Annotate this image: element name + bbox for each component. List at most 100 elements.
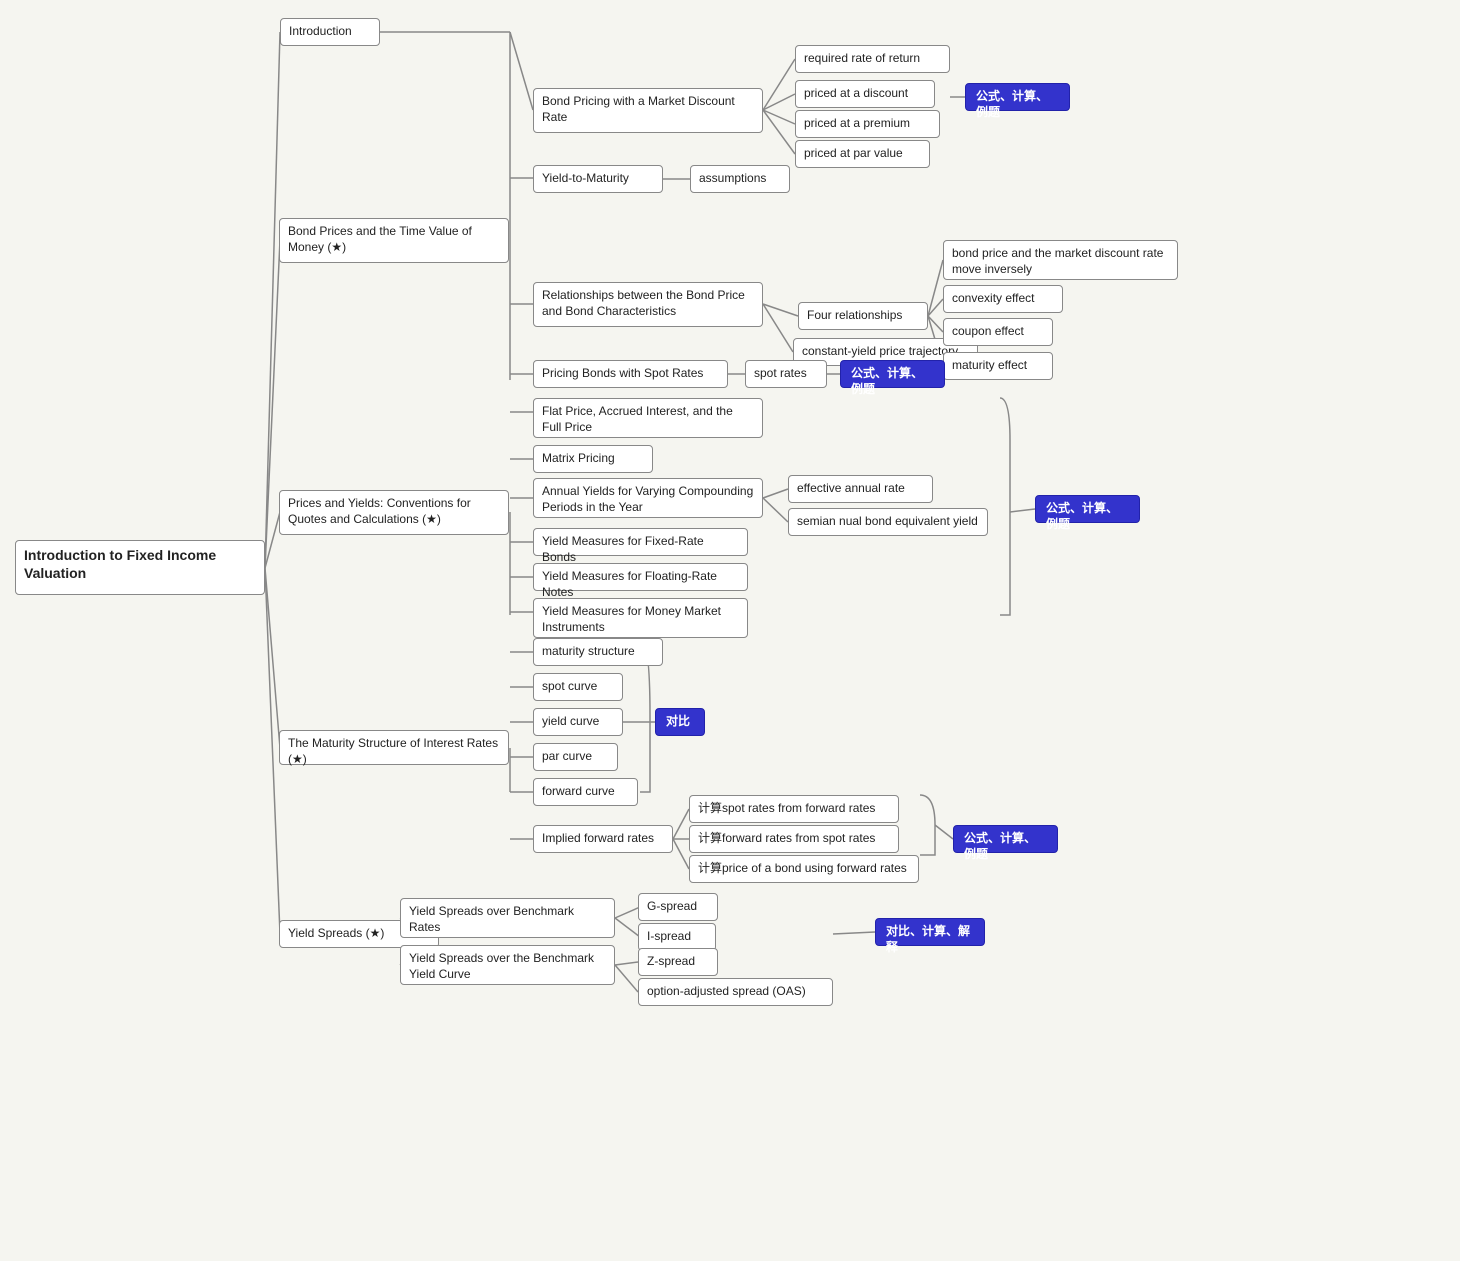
root-node: Introduction to Fixed Income Valuation: [15, 540, 265, 595]
implied-forward-node: Implied forward rates: [533, 825, 673, 853]
four-relationships-node: Four relationships: [798, 302, 928, 330]
i-spread-label: I-spread: [647, 929, 691, 943]
yield-spreads-curve-node: Yield Spreads over the Benchmark Yield C…: [400, 945, 615, 985]
yield-curve-node: yield curve: [533, 708, 623, 736]
yield-floating-node: Yield Measures for Floating-Rate Notes: [533, 563, 748, 591]
convexity-effect-node: convexity effect: [943, 285, 1063, 313]
yield-fixed-label: Yield Measures for Fixed-Rate Bonds: [542, 534, 704, 564]
calc-spot-fwd-label: 计算spot rates from forward rates: [698, 801, 875, 815]
par-curve-node: par curve: [533, 743, 618, 771]
maturity-struct-sub-label: maturity structure: [542, 644, 635, 658]
gongshi-bond-pricing-node: 公式、计算、例题: [965, 83, 1070, 111]
g-spread-node: G-spread: [638, 893, 718, 921]
duibi-maturity-node: 对比: [655, 708, 705, 736]
matrix-pricing-label: Matrix Pricing: [542, 451, 615, 465]
maturity-effect-label: maturity effect: [952, 358, 1027, 372]
priced-premium-label: priced at a premium: [804, 116, 910, 130]
priced-par-node: priced at par value: [795, 140, 930, 168]
yield-spreads-benchmark-label: Yield Spreads over Benchmark Rates: [409, 904, 574, 934]
bond-prices-time-node: Bond Prices and the Time Value of Money …: [279, 218, 509, 263]
assumptions-label: assumptions: [699, 171, 766, 185]
yield-money-node: Yield Measures for Money Market Instrume…: [533, 598, 748, 638]
matrix-pricing-node: Matrix Pricing: [533, 445, 653, 473]
flat-price-node: Flat Price, Accrued Interest, and the Fu…: [533, 398, 763, 438]
yield-to-maturity-label: Yield-to-Maturity: [542, 171, 629, 185]
priced-discount-node: priced at a discount: [795, 80, 935, 108]
bond-inversely-node: bond price and the market discount rate …: [943, 240, 1178, 280]
yield-fixed-node: Yield Measures for Fixed-Rate Bonds: [533, 528, 748, 556]
coupon-effect-label: coupon effect: [952, 324, 1024, 338]
yield-curve-label: yield curve: [542, 714, 599, 728]
oas-node: option-adjusted spread (OAS): [638, 978, 833, 1006]
par-curve-label: par curve: [542, 749, 592, 763]
calc-fwd-spot-node: 计算forward rates from spot rates: [689, 825, 899, 853]
effective-annual-label: effective annual rate: [797, 481, 905, 495]
coupon-effect-node: coupon effect: [943, 318, 1053, 346]
spot-rates-label: spot rates: [754, 366, 807, 380]
assumptions-node: assumptions: [690, 165, 790, 193]
bond-pricing-market-node: Bond Pricing with a Market Discount Rate: [533, 88, 763, 133]
prices-yields-node: Prices and Yields: Conventions for Quote…: [279, 490, 509, 535]
yield-money-label: Yield Measures for Money Market Instrume…: [542, 604, 721, 634]
z-spread-label: Z-spread: [647, 954, 695, 968]
forward-curve-node: forward curve: [533, 778, 638, 806]
gongshi-implied-label: 公式、计算、例题: [964, 831, 1036, 861]
z-spread-node: Z-spread: [638, 948, 718, 976]
gongshi-prices-yields-node: 公式、计算、例题: [1035, 495, 1140, 523]
annual-yields-node: Annual Yields for Varying Compounding Pe…: [533, 478, 763, 518]
spot-curve-label: spot curve: [542, 679, 597, 693]
duibi-yield-spreads-label: 对比、计算、解释: [886, 924, 970, 954]
relationships-bond-label: Relationships between the Bond Price and…: [542, 288, 745, 318]
required-rate-node: required rate of return: [795, 45, 950, 73]
yield-spreads-curve-label: Yield Spreads over the Benchmark Yield C…: [409, 951, 594, 981]
annual-yields-label: Annual Yields for Varying Compounding Pe…: [542, 484, 753, 514]
gongshi-1-label: 公式、计算、例题: [851, 366, 923, 396]
g-spread-label: G-spread: [647, 899, 697, 913]
mind-map: Introduction to Fixed Income Valuation I…: [0, 0, 1460, 1261]
forward-curve-label: forward curve: [542, 784, 615, 798]
yield-floating-label: Yield Measures for Floating-Rate Notes: [542, 569, 717, 599]
calc-fwd-spot-label: 计算forward rates from spot rates: [698, 831, 875, 845]
four-relationships-label: Four relationships: [807, 308, 902, 322]
maturity-structure-label: The Maturity Structure of Interest Rates…: [288, 736, 498, 766]
flat-price-label: Flat Price, Accrued Interest, and the Fu…: [542, 404, 733, 434]
intro-node: Introduction: [280, 18, 380, 46]
bond-inversely-label: bond price and the market discount rate …: [952, 246, 1163, 276]
i-spread-node: I-spread: [638, 923, 716, 951]
maturity-effect-node: maturity effect: [943, 352, 1053, 380]
yield-spreads-benchmark-node: Yield Spreads over Benchmark Rates: [400, 898, 615, 938]
spot-rates-node: spot rates: [745, 360, 827, 388]
yield-spreads-label: Yield Spreads (★): [288, 926, 384, 940]
root-label: Introduction to Fixed Income Valuation: [24, 547, 216, 581]
priced-discount-label: priced at a discount: [804, 86, 908, 100]
gongshi-bond-pricing-label: 公式、计算、例题: [976, 89, 1048, 119]
spot-curve-node: spot curve: [533, 673, 623, 701]
yield-to-maturity-node: Yield-to-Maturity: [533, 165, 663, 193]
priced-premium-node: priced at a premium: [795, 110, 940, 138]
duibi-maturity-label: 对比: [666, 714, 690, 728]
calc-spot-fwd-node: 计算spot rates from forward rates: [689, 795, 899, 823]
pricing-spot-label: Pricing Bonds with Spot Rates: [542, 366, 703, 380]
priced-par-label: priced at par value: [804, 146, 903, 160]
maturity-struct-sub-node: maturity structure: [533, 638, 663, 666]
bond-prices-time-label: Bond Prices and the Time Value of Money …: [288, 224, 472, 254]
oas-label: option-adjusted spread (OAS): [647, 984, 806, 998]
relationships-bond-node: Relationships between the Bond Price and…: [533, 282, 763, 327]
bond-pricing-market-label: Bond Pricing with a Market Discount Rate: [542, 94, 735, 124]
convexity-effect-label: convexity effect: [952, 291, 1035, 305]
implied-forward-label: Implied forward rates: [542, 831, 654, 845]
pricing-spot-node: Pricing Bonds with Spot Rates: [533, 360, 728, 388]
calc-bond-fwd-node: 计算price of a bond using forward rates: [689, 855, 919, 883]
intro-label: Introduction: [289, 24, 352, 38]
semiannual-bond-node: semian nual bond equivalent yield: [788, 508, 988, 536]
constant-yield-label: constant-yield price trajectory: [802, 344, 958, 358]
gongshi-prices-yields-label: 公式、计算、例题: [1046, 501, 1118, 531]
prices-yields-label: Prices and Yields: Conventions for Quote…: [288, 496, 471, 526]
required-rate-label: required rate of return: [804, 51, 920, 65]
duibi-yield-spreads-node: 对比、计算、解释: [875, 918, 985, 946]
gongshi-1-node: 公式、计算、例题: [840, 360, 945, 388]
effective-annual-node: effective annual rate: [788, 475, 933, 503]
calc-bond-fwd-label: 计算price of a bond using forward rates: [698, 861, 907, 875]
maturity-structure-node: The Maturity Structure of Interest Rates…: [279, 730, 509, 765]
semiannual-bond-label: semian nual bond equivalent yield: [797, 514, 978, 528]
